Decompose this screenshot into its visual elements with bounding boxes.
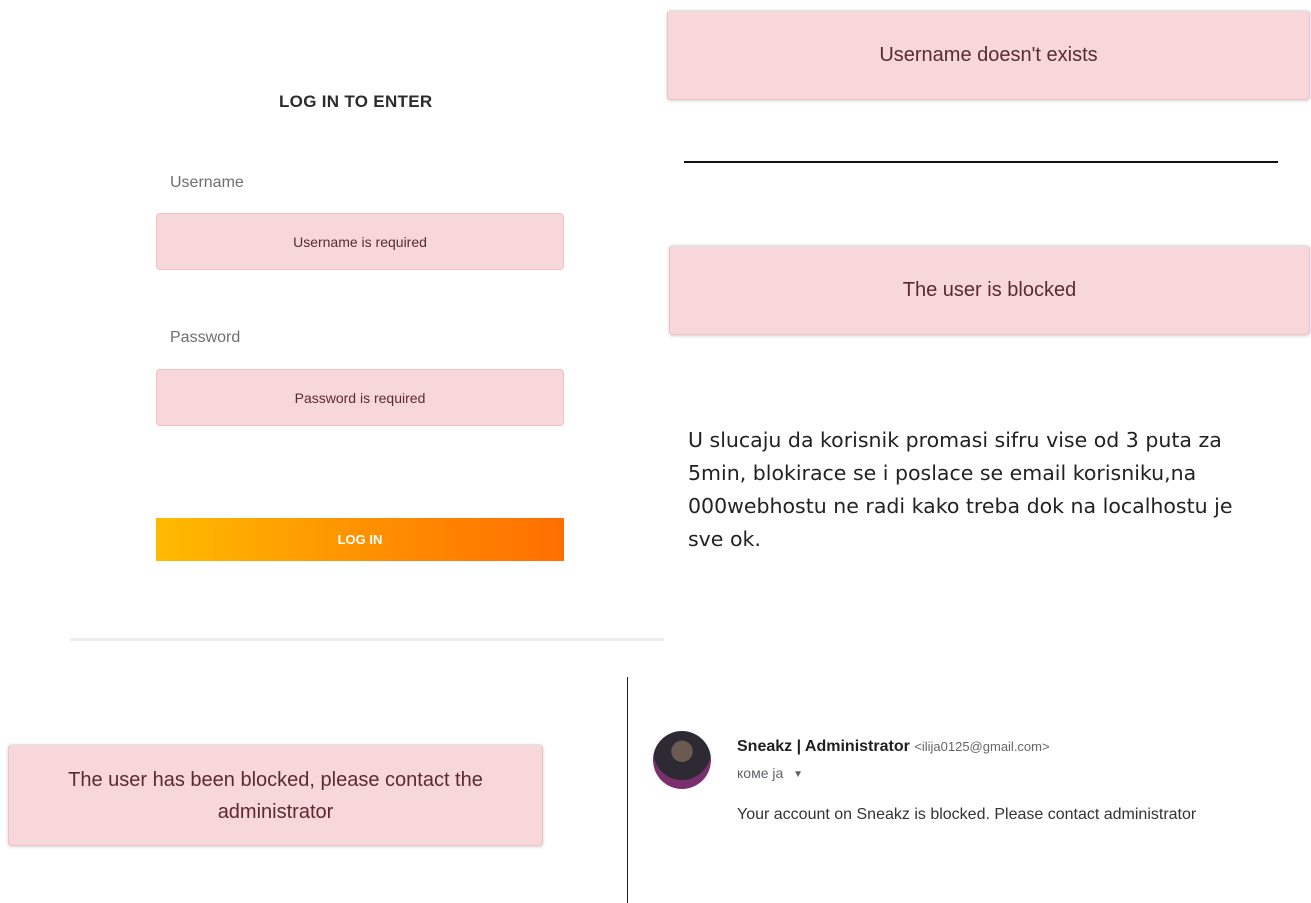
divider-dark [684, 161, 1278, 163]
password-label: Password [170, 329, 241, 346]
username-error-alert: Username is required [156, 213, 564, 270]
description-note: U slucaju da korisnik promasi sifru vise… [688, 428, 1233, 551]
email-recipient[interactable]: коме ја ▼ [737, 765, 803, 781]
vertical-divider [627, 677, 628, 903]
email-sender: Sneakz | Administrator <ilija0125@gmail.… [737, 738, 1050, 756]
username-error-text: Username is required [293, 233, 427, 250]
sender-email: <ilija0125@gmail.com> [914, 739, 1050, 754]
login-title: LOG IN TO ENTER [279, 92, 433, 111]
login-button[interactable]: LOG IN [156, 518, 564, 561]
user-blocked-alert: The user is blocked [669, 245, 1310, 335]
caret-down-icon[interactable]: ▼ [793, 769, 803, 780]
username-not-exists-text: Username doesn't exists [879, 44, 1098, 66]
divider-light [70, 638, 664, 641]
user-has-been-blocked-line1: The user has been blocked, please contac… [68, 768, 483, 791]
sender-name: Sneakz | Administrator [737, 738, 910, 755]
user-blocked-text: The user is blocked [902, 279, 1077, 301]
user-has-been-blocked-alert: The user has been blocked, please contac… [8, 744, 543, 846]
username-label: Username [170, 174, 244, 191]
username-not-exists-alert: Username doesn't exists [667, 10, 1310, 100]
user-has-been-blocked-line2: administrator [217, 800, 334, 823]
email-body: Your account on Sneakz is blocked. Pleas… [737, 806, 1197, 823]
recipient-text: коме ја [737, 765, 784, 781]
password-error-text: Password is required [294, 389, 426, 406]
avatar [653, 731, 711, 789]
password-error-alert: Password is required [156, 369, 564, 426]
